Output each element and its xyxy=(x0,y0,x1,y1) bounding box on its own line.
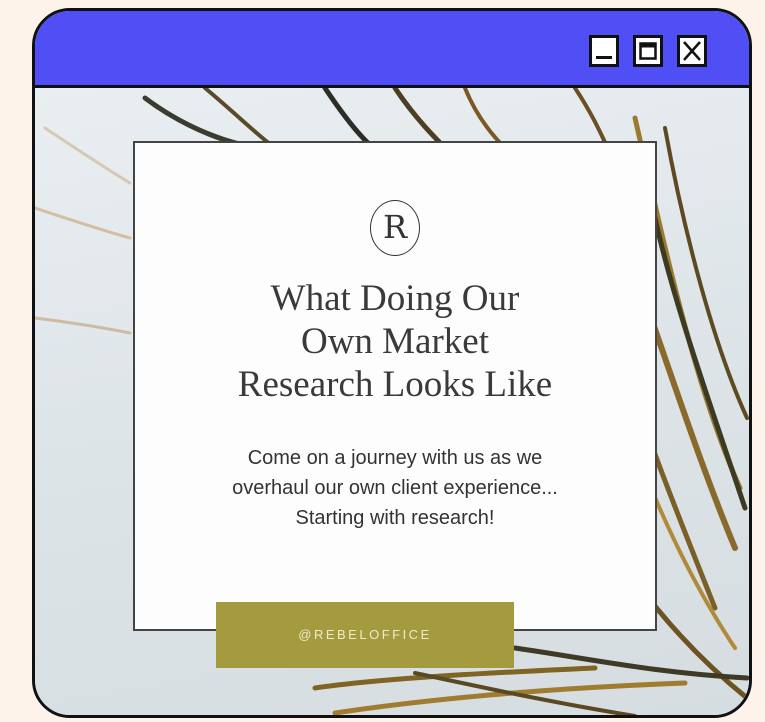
close-icon xyxy=(683,41,701,61)
minimize-button[interactable] xyxy=(589,35,619,67)
maximize-icon xyxy=(639,42,657,60)
article-card: R What Doing Our Own Market Research Loo… xyxy=(133,141,657,631)
close-button[interactable] xyxy=(677,35,707,67)
subtitle-line-2: overhaul our own client experience... xyxy=(232,477,558,499)
subtitle-line-3: Starting with research! xyxy=(295,507,495,529)
rebel-office-logo: R xyxy=(370,200,420,256)
headline-line-3: Research Looks Like xyxy=(237,364,553,405)
headline-line-1: What Doing Our xyxy=(270,278,520,319)
subtitle-line-1: Come on a journey with us as we xyxy=(247,447,543,469)
window-titlebar[interactable] xyxy=(35,11,749,88)
minimize-icon xyxy=(596,56,612,59)
headline-line-2: Own Market xyxy=(300,321,490,362)
rebeloffice-handle-button[interactable]: @REBELOFFICE xyxy=(216,602,514,668)
maximize-button[interactable] xyxy=(633,35,663,67)
